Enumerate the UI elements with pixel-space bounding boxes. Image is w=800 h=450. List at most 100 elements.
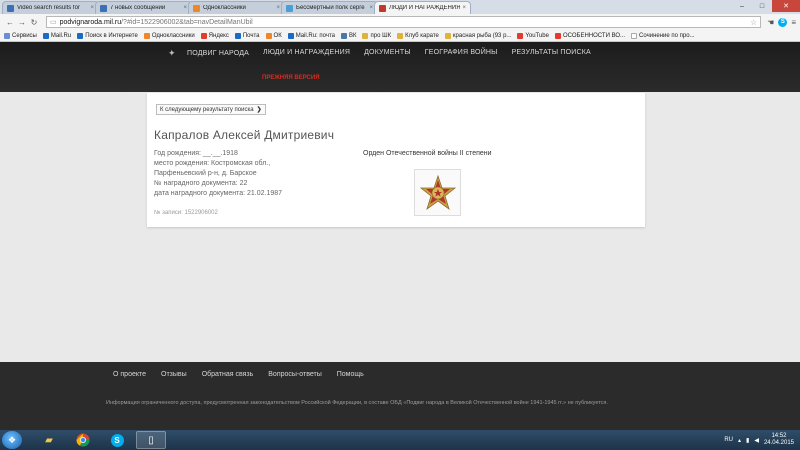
taskbar-document[interactable]: ▯ (136, 431, 166, 449)
bookmark-item[interactable]: Яндекс (200, 32, 229, 39)
maximize-icon[interactable]: □ (752, 0, 772, 12)
taskbar-explorer[interactable]: ▰ (34, 431, 64, 449)
bookmark-favicon-icon (397, 32, 404, 39)
windows-logo-icon: ❖ (7, 434, 17, 445)
bookmark-item[interactable]: Сочинение по про... (631, 32, 695, 39)
close-window-icon[interactable]: ✕ (772, 0, 800, 12)
back-arrow-icon[interactable]: ← (4, 18, 16, 27)
order-star-icon (419, 174, 456, 210)
bookmark-favicon-icon (287, 32, 294, 39)
address-bar[interactable]: ▭ podvignaroda.mil.ru/?#id=1522906002&ta… (46, 16, 762, 28)
nav-item-geography[interactable]: ГЕОГРАФИЯ ВОЙНЫ (425, 49, 498, 57)
system-tray: RU ▴ ▮ ◀ 14:52 24.04.2015 (724, 433, 800, 447)
record-number: № записи: 1522906002 (154, 210, 218, 216)
close-tab-icon[interactable]: × (276, 5, 280, 11)
bookmark-item[interactable]: YouTube (517, 32, 549, 39)
bookmark-label: Mail.Ru: почта (295, 32, 335, 39)
document-number: № наградного документа: 22 (154, 180, 248, 187)
bookmark-favicon-icon (340, 32, 347, 39)
tab-label: Бессмертный полк серге (296, 5, 365, 11)
chrome-icon (76, 433, 90, 447)
bookmark-item[interactable]: Сервисы (4, 32, 37, 39)
emblem-icon: ✦ (168, 48, 176, 58)
taskbar-skype[interactable]: S (102, 431, 132, 449)
tab-favicon-icon (100, 4, 107, 12)
footer-link-reviews[interactable]: Отзывы (161, 371, 187, 378)
bookmark-favicon-icon (77, 32, 84, 39)
record-details: Год рождения: __.__.1918 место рождения:… (154, 149, 324, 199)
bookmark-label: Почта (242, 32, 260, 39)
bookmark-item[interactable]: про ШК (362, 32, 391, 39)
nav-item-people[interactable]: ЛЮДИ И НАГРАЖДЕНИЯ (263, 49, 350, 57)
footer-link-help[interactable]: Помощь (337, 371, 364, 378)
bookmark-item[interactable]: Поиск в Интернете (77, 32, 138, 39)
main-navigation: ✦ ПОДВИГ НАРОДА ЛЮДИ И НАГРАЖДЕНИЯ ДОКУМЕ… (168, 48, 591, 58)
medal-image[interactable] (414, 169, 461, 216)
browser-tab[interactable]: Бессмертный полк серге × (281, 1, 378, 14)
bookmark-item[interactable]: ОК (265, 32, 282, 39)
forward-arrow-icon[interactable]: → (16, 18, 28, 27)
bookmark-item[interactable]: ОСОБЕННОСТИ ВО... (554, 32, 626, 39)
tab-favicon-icon (286, 4, 293, 12)
footer-link-feedback[interactable]: Обратная связь (202, 371, 254, 378)
minimize-icon[interactable]: – (732, 0, 752, 12)
network-icon[interactable]: ▮ (746, 437, 749, 444)
browser-tab[interactable]: Одноклассники × (188, 1, 285, 14)
page-icon: ▭ (50, 19, 57, 26)
bookmark-label: Сервисы (12, 32, 37, 39)
tab-label: ЛЮДИ И НАГРАЖДЕНИЯ (389, 5, 461, 11)
show-hidden-icons-icon[interactable]: ▴ (738, 437, 741, 444)
old-version-link[interactable]: ПРЕЖНЯЯ ВЕРСИЯ (262, 75, 320, 81)
folder-icon: ▰ (45, 434, 53, 446)
next-result-button[interactable]: К следующему результату поиска ❯ (156, 104, 266, 115)
bookmark-star-icon[interactable]: ☆ (750, 18, 757, 27)
tab-label: 7 новых сообщений (110, 5, 166, 11)
bookmark-item[interactable]: ВК (340, 32, 357, 39)
bookmarks-bar: Сервисы Mail.Ru Поиск в Интернете Однокл… (0, 30, 800, 42)
menu-icon[interactable]: ≡ (791, 18, 796, 27)
reload-icon[interactable]: ↻ (28, 18, 40, 27)
start-button[interactable]: ❖ (2, 431, 22, 449)
bookmark-item[interactable]: Одноклассники (143, 32, 195, 39)
bookmark-label: Поиск в Интернете (85, 32, 138, 39)
clock-date: 24.04.2015 (763, 440, 794, 446)
keyboard-language[interactable]: RU (724, 437, 733, 443)
volume-icon[interactable]: ◀ (754, 437, 759, 444)
bookmark-item[interactable]: красная рыба (93 р... (444, 32, 511, 39)
taskbar-chrome[interactable] (68, 431, 98, 449)
browser-tab[interactable]: Video search results for × (2, 1, 99, 14)
os-taskbar: ❖ ▰ S ▯ RU ▴ ▮ ◀ 14:52 24.04.2015 (0, 430, 800, 450)
bookmark-label: ВК (348, 32, 357, 39)
footer-link-faq[interactable]: Вопросы-ответы (268, 371, 321, 378)
browser-toolbar: ← → ↻ ▭ podvignaroda.mil.ru/?#id=1522906… (0, 14, 800, 30)
bookmark-item[interactable]: Клуб карате (397, 32, 439, 39)
close-tab-icon[interactable]: × (462, 5, 466, 11)
bookmark-item[interactable]: Mail.Ru: почта (287, 32, 335, 39)
footer-navigation: О проекте Отзывы Обратная связь Вопросы-… (113, 371, 364, 378)
bookmark-label: ОСОБЕННОСТИ ВО... (562, 32, 626, 39)
close-tab-icon[interactable]: × (90, 5, 94, 11)
bookmark-label: YouTube (525, 32, 549, 39)
nav-item-home[interactable]: ✦ ПОДВИГ НАРОДА (168, 48, 249, 58)
skype-icon[interactable]: S (778, 17, 788, 27)
bookmark-item[interactable]: Почта (234, 32, 260, 39)
footer-notice: Информация ограниченного доступа, предус… (106, 400, 608, 406)
hand-icon[interactable]: ☚ (767, 18, 774, 27)
footer-link-about[interactable]: О проекте (113, 371, 146, 378)
browser-tab-active[interactable]: ЛЮДИ И НАГРАЖДЕНИЯ × (374, 1, 471, 14)
clock[interactable]: 14:52 24.04.2015 (764, 433, 794, 447)
document-icon (631, 32, 638, 39)
close-tab-icon[interactable]: × (369, 5, 373, 11)
nav-item-documents[interactable]: ДОКУМЕНТЫ (364, 49, 411, 57)
address-host: podvignaroda.mil.ru (59, 18, 122, 26)
tab-label: Одноклассники (203, 5, 246, 11)
bookmark-label: Mail.Ru (50, 32, 72, 39)
browser-tab[interactable]: 7 новых сообщений × (95, 1, 192, 14)
award-title[interactable]: Орден Отечественной войны II степени (363, 150, 492, 157)
bookmark-favicon-icon (554, 32, 561, 39)
close-tab-icon[interactable]: × (183, 5, 187, 11)
bookmark-favicon-icon (362, 32, 369, 39)
tab-favicon-icon (379, 4, 386, 12)
bookmark-item[interactable]: Mail.Ru (42, 32, 72, 39)
nav-item-results[interactable]: РЕЗУЛЬТАТЫ ПОИСКА (512, 49, 591, 57)
